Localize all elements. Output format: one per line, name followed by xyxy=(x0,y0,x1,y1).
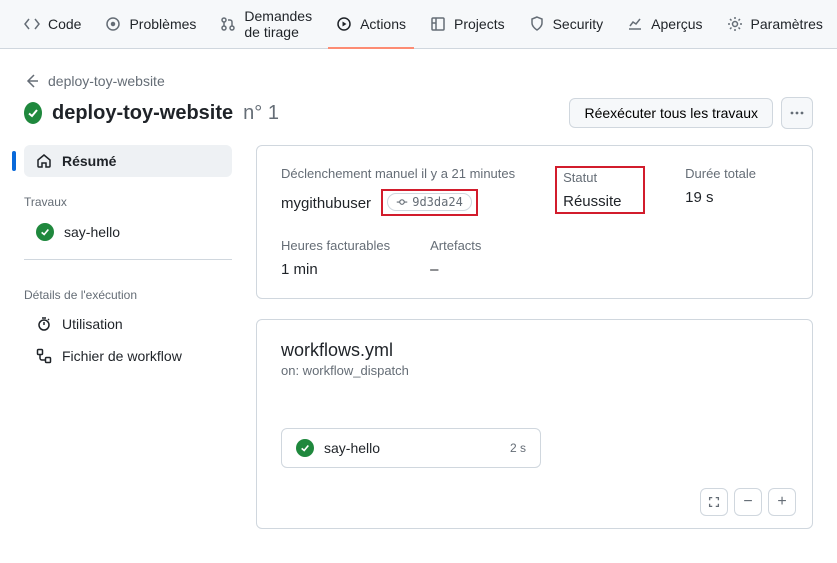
tab-settings-label: Paramètres xyxy=(751,16,823,32)
tab-security-label: Security xyxy=(553,16,604,32)
success-check-icon xyxy=(296,439,314,457)
rerun-all-button[interactable]: Réexécuter tous les travaux xyxy=(569,98,773,128)
tab-code-label: Code xyxy=(48,16,81,32)
sidebar-usage-label: Utilisation xyxy=(62,316,123,332)
stopwatch-icon xyxy=(36,316,52,332)
breadcrumb: deploy-toy-website xyxy=(0,49,837,93)
duration-value: 19 s xyxy=(685,189,775,206)
tab-code[interactable]: Code xyxy=(16,0,89,48)
repo-tabs-bar: Code Problèmes Demandes de tirage Action… xyxy=(0,0,837,49)
run-sidebar: Résumé Travaux say-hello Détails de l'ex… xyxy=(24,145,232,372)
sidebar-usage[interactable]: Utilisation xyxy=(24,308,232,340)
graph-zoom-controls: − + xyxy=(700,488,796,516)
billable-label: Heures facturables xyxy=(281,238,390,253)
tab-insights[interactable]: Aperçus xyxy=(619,0,710,48)
tab-pull-requests[interactable]: Demandes de tirage xyxy=(212,0,320,48)
sidebar-jobs-heading: Travaux xyxy=(24,177,232,215)
tab-issues[interactable]: Problèmes xyxy=(97,0,204,48)
issue-icon xyxy=(105,16,121,32)
tab-actions-label: Actions xyxy=(360,16,406,32)
artifacts-value: – xyxy=(430,261,520,278)
status-value: Réussite xyxy=(563,193,637,210)
tab-issues-label: Problèmes xyxy=(129,16,196,32)
breadcrumb-parent[interactable]: deploy-toy-website xyxy=(48,73,165,89)
run-number: n° 1 xyxy=(243,102,279,125)
billable-value: 1 min xyxy=(281,261,390,278)
gear-icon xyxy=(727,16,743,32)
tab-projects-label: Projects xyxy=(454,16,505,32)
play-icon xyxy=(336,16,352,32)
sidebar-summary-label: Résumé xyxy=(62,153,116,169)
workflow-graph-card: workflows.yml on: workflow_dispatch say-… xyxy=(256,319,813,529)
project-icon xyxy=(430,16,446,32)
sha-highlight: 9d3da24 xyxy=(381,189,478,216)
tab-pulls-label: Demandes de tirage xyxy=(244,8,312,40)
sidebar-job-label: say-hello xyxy=(64,224,120,240)
run-summary-card: Déclenchement manuel il y a 21 minutes m… xyxy=(256,145,813,299)
commit-sha: 9d3da24 xyxy=(412,195,463,209)
git-pull-request-icon xyxy=(220,16,236,32)
home-icon xyxy=(36,153,52,169)
actor-name[interactable]: mygithubuser xyxy=(281,195,371,212)
trigger-label: Déclenchement manuel il y a 21 minutes xyxy=(281,166,515,181)
workflow-icon xyxy=(36,348,52,364)
job-node-duration: 2 s xyxy=(510,441,526,455)
arrow-left-icon[interactable] xyxy=(24,73,40,89)
zoom-out-button[interactable]: − xyxy=(734,488,762,516)
fullscreen-button[interactable] xyxy=(700,488,728,516)
workflow-name: deploy-toy-website xyxy=(52,102,233,125)
status-label: Statut xyxy=(563,170,637,185)
job-node-name: say-hello xyxy=(324,440,380,456)
workflow-trigger: on: workflow_dispatch xyxy=(281,363,788,378)
sidebar-job-item[interactable]: say-hello xyxy=(24,215,232,249)
sidebar-workflow-file[interactable]: Fichier de workflow xyxy=(24,340,232,372)
tab-actions[interactable]: Actions xyxy=(328,0,414,48)
code-icon xyxy=(24,16,40,32)
success-check-icon xyxy=(36,223,54,241)
artifacts-label: Artefacts xyxy=(430,238,520,253)
tab-insights-label: Aperçus xyxy=(651,16,702,32)
sidebar-details-heading: Détails de l'exécution xyxy=(24,270,232,308)
tab-projects[interactable]: Projects xyxy=(422,0,513,48)
zoom-in-button[interactable]: + xyxy=(768,488,796,516)
duration-label: Durée totale xyxy=(685,166,775,181)
shield-icon xyxy=(529,16,545,32)
tab-settings[interactable]: Paramètres xyxy=(719,0,831,48)
tab-security[interactable]: Security xyxy=(521,0,612,48)
status-highlight: Statut Réussite xyxy=(555,166,645,214)
git-commit-icon xyxy=(396,196,408,208)
sidebar-workflow-file-label: Fichier de workflow xyxy=(62,348,182,364)
job-node[interactable]: say-hello 2 s xyxy=(281,428,541,468)
sidebar-summary[interactable]: Résumé xyxy=(24,145,232,177)
run-title: deploy-toy-website n° 1 xyxy=(24,102,279,125)
sidebar-separator xyxy=(24,259,232,260)
graph-icon xyxy=(627,16,643,32)
success-check-icon xyxy=(24,102,42,124)
trigger-value-row: mygithubuser 9d3da24 xyxy=(281,189,515,216)
workflow-filename: workflows.yml xyxy=(281,340,788,361)
commit-sha-chip[interactable]: 9d3da24 xyxy=(387,193,472,211)
kebab-menu-button[interactable] xyxy=(781,97,813,129)
